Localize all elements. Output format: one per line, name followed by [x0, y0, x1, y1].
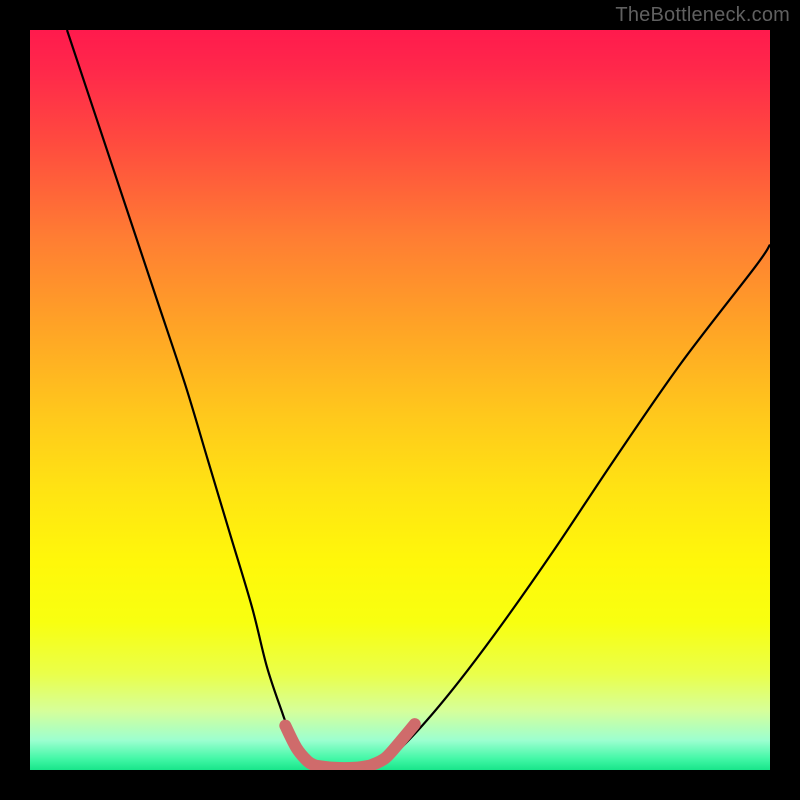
chart-stage: TheBottleneck.com [0, 0, 800, 800]
marker-right-rise [370, 724, 414, 765]
curve-right-branch [370, 245, 770, 767]
marker-valley [315, 766, 371, 768]
curve-layer [30, 30, 770, 770]
plot-area [30, 30, 770, 770]
marker-left-dip [285, 726, 315, 766]
curve-left-branch [67, 30, 311, 766]
watermark-label: TheBottleneck.com [615, 4, 790, 27]
